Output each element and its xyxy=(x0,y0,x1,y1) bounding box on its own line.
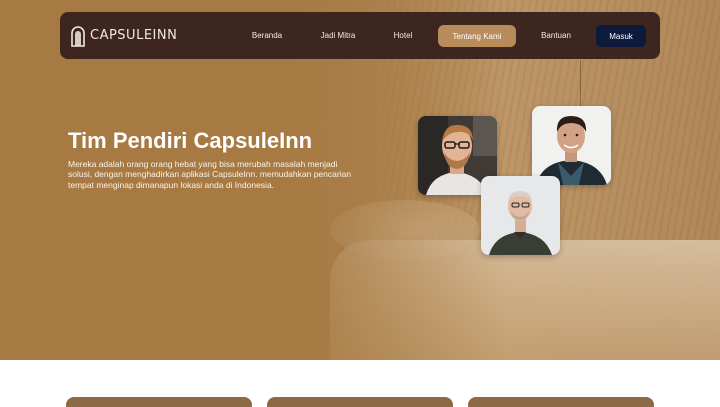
capsule-logo-icon xyxy=(71,25,85,47)
login-button[interactable]: Masuk xyxy=(596,24,646,47)
founder-3-portrait-icon xyxy=(481,176,560,255)
content-section xyxy=(0,360,720,407)
founder-photo-3 xyxy=(481,176,560,255)
navbar: CAPSULEINN Beranda Jadi Mitra Hotel Tent… xyxy=(60,12,660,59)
nav-item-tentang-kami[interactable]: Tentang Kami xyxy=(438,24,516,47)
nav-item-hotel[interactable]: Hotel xyxy=(374,25,432,46)
page-title: Tim Pendiri CapsuleInn xyxy=(68,128,313,153)
founder-2-portrait-icon xyxy=(532,106,611,185)
founder-photo-2 xyxy=(532,106,611,185)
nav-links: Beranda Jadi Mitra Hotel Tentang Kami Ba… xyxy=(232,24,646,47)
feature-card-2[interactable] xyxy=(267,397,453,407)
nav-item-jadi-mitra[interactable]: Jadi Mitra xyxy=(302,25,374,46)
hero-description: Mereka adalah orang orang hebat yang bis… xyxy=(68,159,352,190)
brand-name: CAPSULEINN xyxy=(90,28,178,43)
nav-item-beranda[interactable]: Beranda xyxy=(232,25,302,46)
nav-item-bantuan[interactable]: Bantuan xyxy=(516,25,596,46)
feature-card-3[interactable] xyxy=(468,397,654,407)
feature-card-1[interactable] xyxy=(66,397,252,407)
brand-logo[interactable]: CAPSULEINN xyxy=(70,25,222,47)
